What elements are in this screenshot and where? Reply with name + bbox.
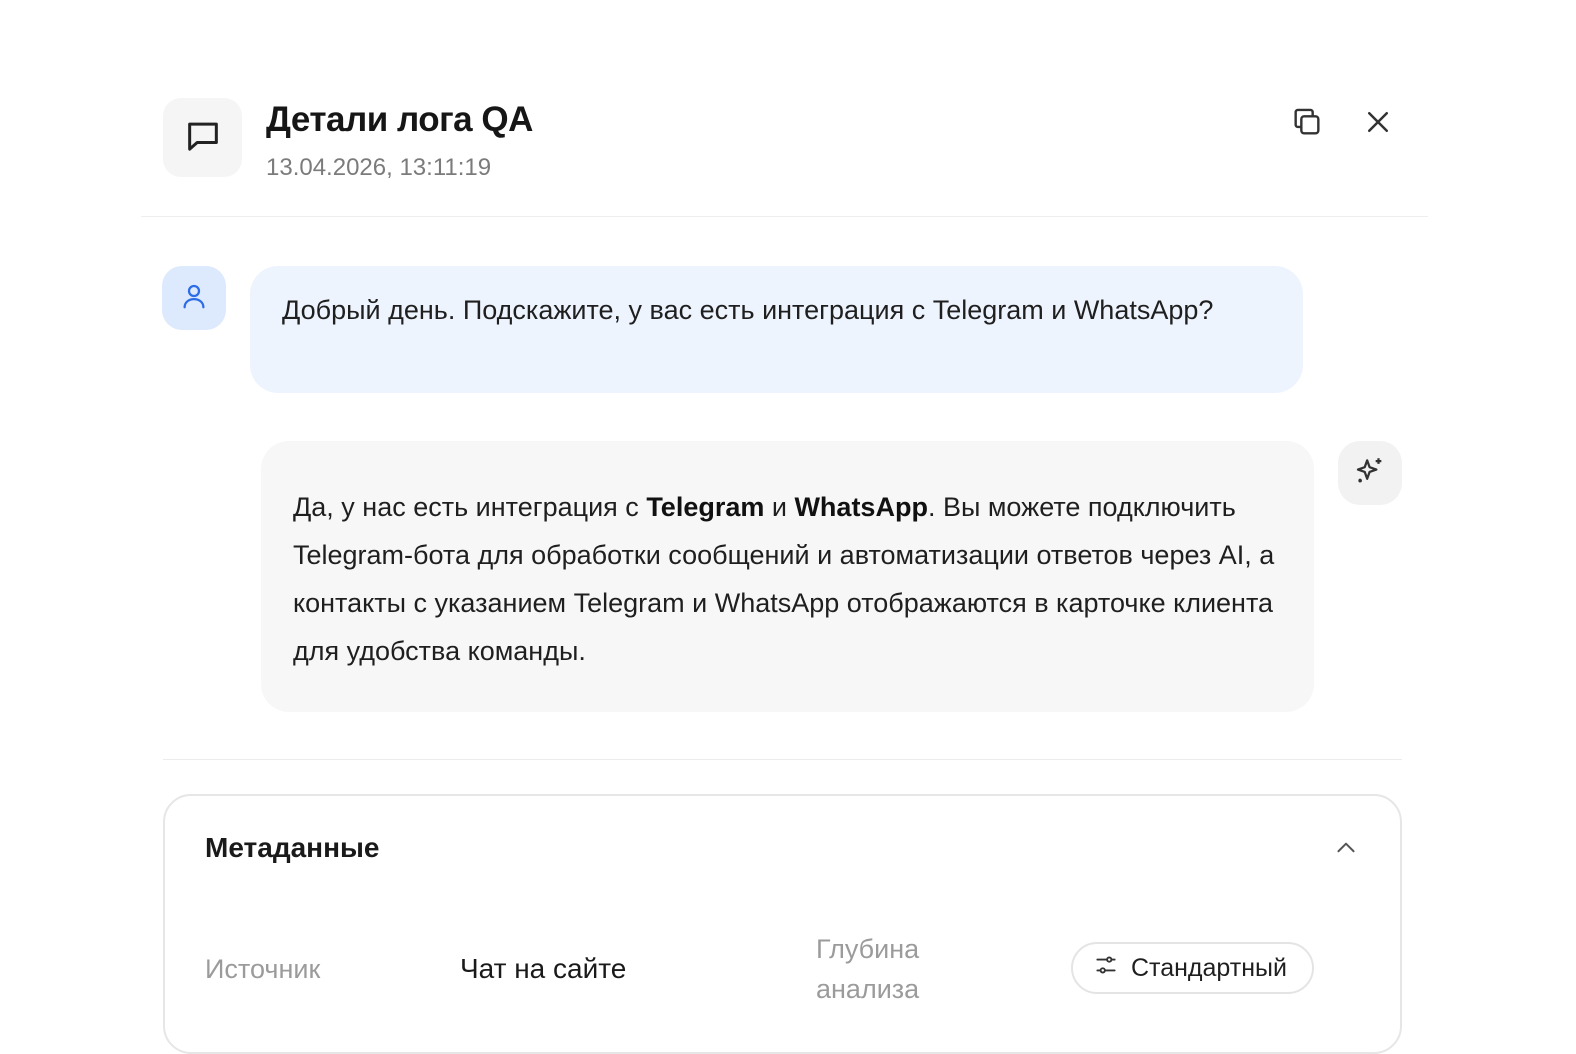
user-icon [179,281,209,316]
assistant-avatar [1338,441,1402,505]
header-icon-box [163,98,242,177]
metadata-card: Метаданные Источник Чат на сайте Глубина… [163,794,1402,1054]
chevron-up-icon [1333,835,1359,866]
sparkles-icon [1353,454,1387,493]
source-value: Чат на сайте [460,953,627,984]
assistant-message-text-1: Да, у нас есть интеграция с [293,492,647,522]
user-message-bubble: Добрый день. Подскажите, у вас есть инте… [250,266,1303,393]
assistant-message-bubble: Да, у нас есть интеграция с Telegram и W… [261,441,1314,712]
user-avatar [162,266,226,330]
copy-button[interactable] [1285,102,1329,146]
message-square-icon [183,115,223,160]
sliders-icon [1093,952,1119,985]
metadata-title: Метаданные [205,832,380,863]
log-timestamp: 13.04.2026, 13:11:19 [266,154,492,181]
assistant-message-bold-whatsapp: WhatsApp [794,492,928,522]
source-label: Источник [205,954,321,984]
page-title: Детали лога QA [266,100,533,139]
assistant-message-text-2: и [764,492,795,522]
analysis-depth-button[interactable]: Стандартный [1071,942,1314,994]
copy-icon [1290,105,1324,144]
user-message-text: Добрый день. Подскажите, у вас есть инте… [282,295,1214,325]
analysis-depth-value: Стандартный [1131,953,1287,982]
header-divider [141,216,1428,217]
metadata-collapse-button[interactable] [1330,834,1362,866]
analysis-depth-label: Глубина анализа [816,934,920,1004]
conversation-divider [163,759,1402,760]
close-icon [1363,107,1393,142]
assistant-message-bold-telegram: Telegram [646,492,765,522]
close-button[interactable] [1356,102,1400,146]
qa-log-details-panel: Детали лога QA 13.04.2026, 13:11:19 Добр… [0,0,1576,1054]
